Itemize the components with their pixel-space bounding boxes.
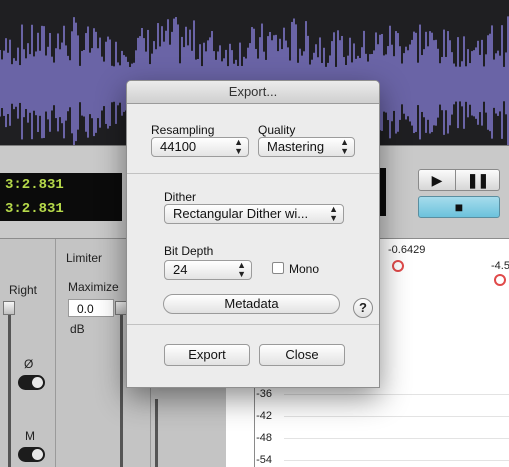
peak-label-left: -0.6429 bbox=[388, 244, 426, 256]
phase-invert-label: Ø bbox=[24, 357, 34, 371]
separator bbox=[127, 324, 379, 325]
export-button[interactable]: Export bbox=[164, 344, 250, 366]
divider bbox=[55, 239, 56, 467]
resampling-value: 44100 bbox=[160, 139, 197, 154]
popup-arrows-icon: ▲ ▼ bbox=[237, 260, 246, 279]
dither-popup[interactable]: Rectangular Dither wi... ▲ ▼ bbox=[164, 204, 344, 224]
y-tick-label: -42 bbox=[256, 410, 272, 422]
right-channel-slider-thumb[interactable] bbox=[3, 301, 15, 315]
quality-label: Quality bbox=[258, 123, 296, 137]
bit-depth-label: Bit Depth bbox=[164, 244, 214, 258]
limiter-slider-track[interactable] bbox=[155, 399, 158, 467]
resampling-label: Resampling bbox=[151, 123, 215, 137]
maximize-label: Maximize bbox=[68, 280, 119, 294]
phase-invert-toggle[interactable] bbox=[18, 375, 45, 390]
time-display-secondary: 3:2.831 bbox=[0, 197, 122, 221]
bit-depth-popup[interactable]: 24 ▲ ▼ bbox=[164, 260, 252, 280]
peak-marker-left bbox=[392, 260, 404, 272]
quality-value: Mastering bbox=[267, 139, 325, 154]
right-channel-slider-track[interactable] bbox=[8, 309, 11, 467]
mono-toggle[interactable] bbox=[18, 447, 45, 462]
mono-label: M bbox=[25, 429, 35, 443]
right-channel-label: Right bbox=[9, 283, 38, 297]
pause-icon: ❚❚ bbox=[466, 172, 489, 188]
y-tick-label: -36 bbox=[256, 388, 272, 400]
bit-depth-value: 24 bbox=[173, 262, 188, 277]
grid-line bbox=[284, 416, 509, 417]
resampling-popup[interactable]: 44100 ▲ ▼ bbox=[151, 137, 249, 157]
stop-button[interactable]: ■ bbox=[418, 196, 500, 218]
peak-marker-right bbox=[494, 274, 506, 286]
dither-value: Rectangular Dither wi... bbox=[173, 206, 309, 221]
limiter-label: Limiter bbox=[66, 251, 103, 265]
db-unit-label: dB bbox=[70, 322, 85, 336]
pause-button[interactable]: ❚❚ bbox=[456, 169, 500, 191]
help-button[interactable]: ? bbox=[353, 298, 373, 318]
export-dialog: Export... Resampling 44100 ▲ ▼ Quality Ma… bbox=[126, 80, 380, 388]
stop-icon: ■ bbox=[454, 199, 464, 215]
close-button[interactable]: Close bbox=[259, 344, 345, 366]
y-tick-label: -54 bbox=[256, 454, 272, 466]
metadata-button[interactable]: Metadata bbox=[163, 294, 340, 314]
popup-arrows-icon: ▲ ▼ bbox=[234, 137, 243, 156]
y-tick-label: -48 bbox=[256, 432, 272, 444]
peak-label-right: -4.5 bbox=[491, 260, 509, 272]
play-button[interactable]: ▶ bbox=[418, 169, 456, 191]
dialog-title: Export... bbox=[127, 81, 379, 104]
popup-arrows-icon: ▲ ▼ bbox=[340, 137, 349, 156]
popup-arrows-icon: ▲ ▼ bbox=[329, 204, 338, 223]
maximize-field[interactable]: 0.0 bbox=[68, 299, 114, 317]
play-icon: ▶ bbox=[431, 172, 443, 188]
separator bbox=[127, 173, 379, 174]
dither-label: Dither bbox=[164, 190, 197, 204]
grid-line bbox=[284, 438, 509, 439]
mono-checkbox-label[interactable]: Mono bbox=[289, 262, 319, 276]
grid-line bbox=[284, 460, 509, 461]
time-display-primary: 3:2.831 bbox=[0, 173, 122, 197]
quality-popup[interactable]: Mastering ▲ ▼ bbox=[258, 137, 355, 157]
grid-line bbox=[284, 394, 509, 395]
maximize-slider-track[interactable] bbox=[120, 309, 123, 467]
mono-checkbox[interactable] bbox=[272, 262, 284, 274]
transport-spacer bbox=[386, 156, 406, 226]
